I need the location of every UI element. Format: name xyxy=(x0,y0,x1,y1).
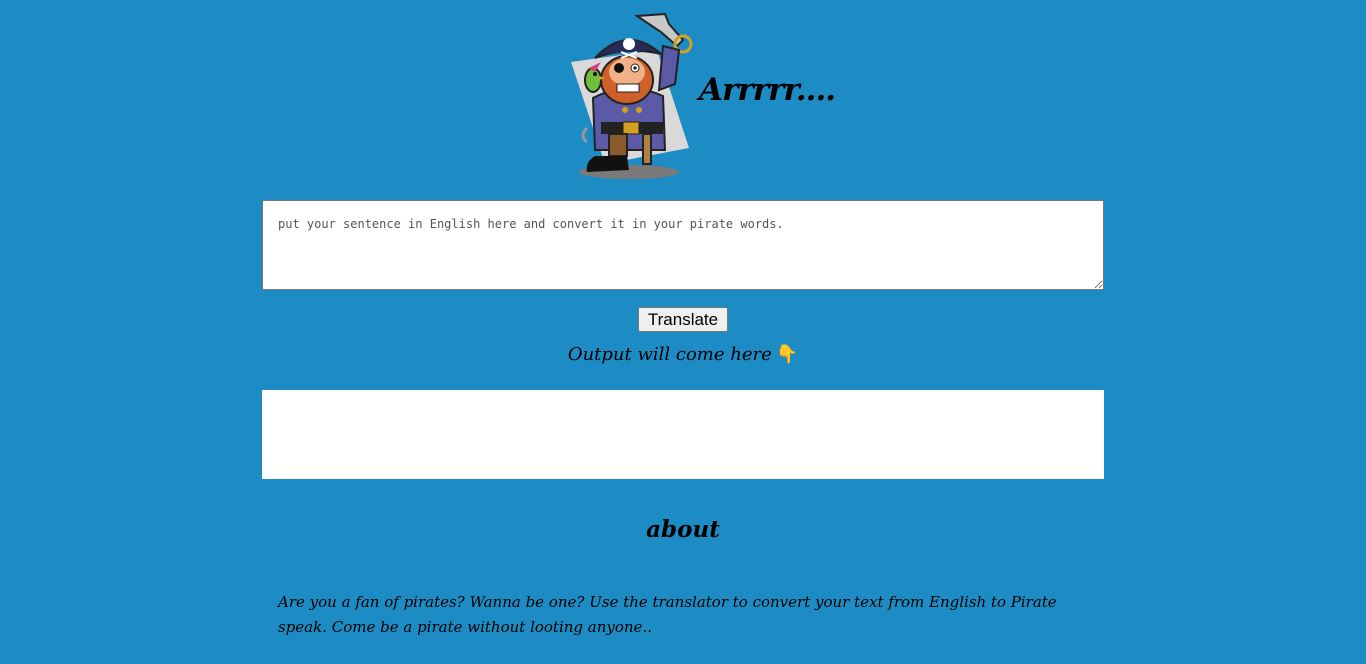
header: Arrrrr.... xyxy=(565,10,836,182)
pointing-down-hand-icon: 👇 xyxy=(775,344,799,365)
page: Arrrrr.... Translate Output will come he… xyxy=(0,0,1366,664)
output-label: Output will come here xyxy=(567,344,772,365)
app-title: Arrrrr.... xyxy=(699,72,836,108)
about-text: Are you a fan of pirates? Wanna be one? … xyxy=(278,593,1057,636)
about-heading: about xyxy=(646,516,720,543)
pirate-icon xyxy=(571,12,693,179)
output-label-row: Output will come here 👇 xyxy=(0,344,1366,365)
english-input[interactable] xyxy=(262,200,1104,290)
output-area xyxy=(262,390,1104,479)
translate-button[interactable]: Translate xyxy=(638,307,728,332)
